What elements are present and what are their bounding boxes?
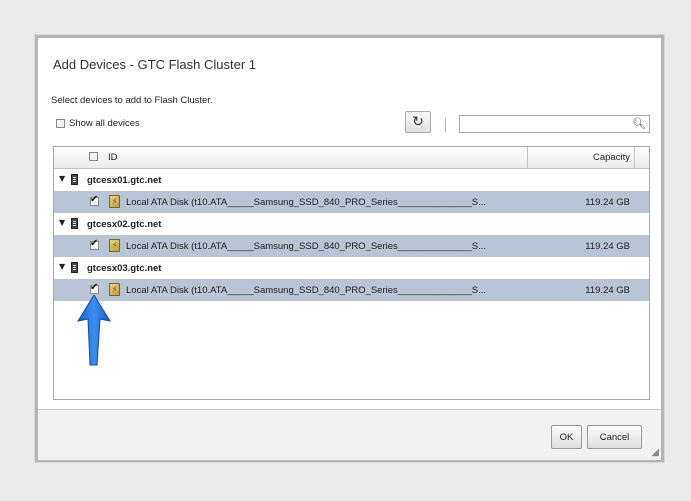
device-capacity: 119.24 GB [585,197,630,208]
header-scroll-cap [634,147,649,168]
grid-header: ID Capacity [54,147,649,169]
devices-grid: ID Capacity ▼ gtcesx01.gtc.net ⚡ Local A… [53,146,650,400]
expand-arrow-icon[interactable]: ▼ [59,218,65,227]
host-server-icon [71,218,78,229]
instruction-text: Select devices to add to Flash Cluster. [51,95,213,106]
show-all-devices-checkbox[interactable]: Show all devices [56,118,140,129]
show-all-checkbox-box[interactable] [56,119,65,128]
expand-arrow-icon[interactable]: ▼ [59,174,65,183]
toolbar-divider [445,118,446,132]
refresh-icon: ↻ [412,114,424,130]
device-row[interactable]: ⚡ Local ATA Disk (t10.ATA_____Samsung_SS… [54,235,649,257]
host-name: gtcesx03.gtc.net [87,263,162,274]
host-row[interactable]: ▼ gtcesx01.gtc.net [54,169,649,191]
host-name: gtcesx02.gtc.net [87,219,162,230]
blue-arrow-annotation [76,295,112,366]
cancel-button[interactable]: Cancel [587,425,642,449]
host-row[interactable]: ▼ gtcesx02.gtc.net [54,213,649,235]
column-divider[interactable] [527,147,528,168]
dialog-title: Add Devices - GTC Flash Cluster 1 [53,57,257,72]
column-header-id[interactable]: ID [108,152,118,163]
device-row[interactable]: ⚡ Local ATA Disk (t10.ATA_____Samsung_SS… [54,191,649,213]
disk-icon: ⚡ [109,239,120,252]
select-all-checkbox[interactable] [89,152,98,161]
host-server-icon [71,174,78,185]
refresh-button[interactable]: ↻ [405,111,431,133]
host-row[interactable]: ▼ gtcesx03.gtc.net [54,257,649,279]
device-checkbox[interactable] [90,194,99,206]
device-checkbox[interactable] [90,238,99,250]
show-all-label: Show all devices [69,118,140,129]
ok-button[interactable]: OK [551,425,582,449]
device-name: Local ATA Disk (t10.ATA_____Samsung_SSD_… [126,197,486,208]
host-server-icon [71,262,78,273]
add-devices-dialog: Add Devices - GTC Flash Cluster 1 Select… [35,35,664,462]
resize-grip-icon[interactable]: ◢ [651,447,659,458]
expand-arrow-icon[interactable]: ▼ [59,262,65,271]
device-capacity: 119.24 GB [585,241,630,252]
device-capacity: 119.24 GB [585,285,630,296]
search-icon[interactable]: 🔍︎ [632,117,646,130]
device-checkbox[interactable] [90,282,99,294]
device-row[interactable]: ⚡ Local ATA Disk (t10.ATA_____Samsung_SS… [54,279,649,301]
column-header-capacity[interactable]: Capacity [593,152,630,163]
device-name: Local ATA Disk (t10.ATA_____Samsung_SSD_… [126,285,486,296]
host-name: gtcesx01.gtc.net [87,175,162,186]
disk-icon: ⚡ [109,195,120,208]
device-name: Local ATA Disk (t10.ATA_____Samsung_SSD_… [126,241,486,252]
search-input[interactable]: 🔍︎ [459,115,650,133]
dialog-footer: OK Cancel ◢ [38,409,661,460]
